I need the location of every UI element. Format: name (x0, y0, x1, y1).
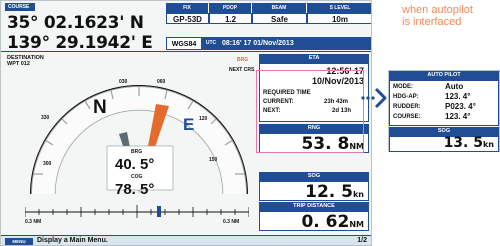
autopilot-note-text: when autopilot is interfaced (402, 4, 473, 28)
ap-course-label: COURSE: (393, 114, 421, 120)
east-marker: E (183, 115, 195, 134)
pdop-value: 1.2 (209, 13, 252, 24)
cog-value: 78. 5° (115, 181, 155, 198)
arrow-right-icon (361, 87, 387, 109)
menu-button[interactable]: MENU (5, 238, 33, 245)
utc-label: UTC (202, 37, 220, 50)
ap-mode-value: Auto (445, 82, 464, 91)
cog-title: COG (131, 174, 143, 180)
s-level-header: S LEVEL (307, 3, 371, 13)
highlight-frame (256, 70, 364, 153)
autopilot-panel: AUTO PILOT MODE: Auto HDG-AP: 123. 4° RU… (388, 70, 500, 152)
ap-hdg-label: HDG-AP: (393, 94, 419, 100)
pdop-header: PDOP (209, 3, 252, 13)
tick-300: 300 (43, 161, 52, 167)
brg-value: 40. 5° (115, 156, 155, 173)
trip-unit: NM (349, 220, 364, 229)
brg-title: BRG (131, 149, 143, 155)
xte-marker (157, 206, 161, 217)
divider (1, 51, 371, 52)
eta-header: ETA (259, 54, 369, 63)
beam-value: Safe (252, 13, 307, 24)
ap-rudder-label: RUDDER: (393, 104, 421, 110)
sog-value: 12. 5 (305, 182, 353, 202)
sog-unit: kn (352, 190, 364, 199)
status-bar: MENU Display a Main Menu. 1/2 (1, 235, 371, 245)
sog-box: 12. 5kn (259, 181, 369, 202)
status-message: Display a Main Menu. (37, 237, 108, 244)
ap-sog-value: 13. 5 (443, 135, 483, 151)
trip-header: TRIP DISTANCE (259, 202, 369, 211)
ap-course-value: 123. 4° (445, 112, 471, 121)
north-marker: N (93, 97, 107, 118)
scale-left-label: 0.3 NM (25, 219, 42, 225)
tick-060: 060 (157, 79, 166, 85)
sog-value-group: 12. 5kn (305, 182, 364, 202)
brg-legend: BRG (237, 57, 249, 63)
ap-hdg-value: 123. 4° (445, 92, 471, 101)
next-crs-legend: NEXT CRS (229, 67, 255, 73)
autopilot-note: when autopilot is interfaced (402, 4, 473, 28)
beam-header: BEAM (252, 3, 307, 13)
autopilot-header: AUTO PILOT (389, 71, 499, 80)
trip-box: 0. 62NM (259, 211, 369, 232)
course-tab[interactable]: COURSE (5, 3, 35, 11)
utc-time: 08:16' 17 01/Nov/2013 (220, 37, 371, 50)
latitude-readout: 35° 02.1623' N (7, 13, 144, 33)
tick-330: 330 (41, 115, 50, 121)
datum-label: WGS84 (166, 37, 202, 50)
ap-sog-value-group: 13. 5kn (444, 135, 494, 151)
ap-mode-label: MODE: (393, 84, 413, 90)
ap-sog-unit: kn (482, 140, 494, 149)
sog-header: SOG (259, 172, 369, 181)
longitude-readout: 139° 29.1942' E (7, 33, 153, 53)
s-level-value: 10m (307, 13, 371, 24)
tick-030: 030 (119, 79, 128, 85)
trip-value-group: 0. 62NM (301, 212, 364, 232)
tick-150: 150 (209, 157, 218, 163)
ap-sog-box: 13. 5kn (389, 135, 499, 152)
cross-track-scale (25, 205, 249, 218)
page-indicator: 1/2 (357, 237, 367, 244)
ap-rudder-value: P023. 4° (445, 102, 476, 111)
scale-right-label: 0.3 NM (223, 219, 240, 225)
tick-120: 120 (199, 116, 208, 122)
autopilot-box: MODE: Auto HDG-AP: 123. 4° RUDDER: P023.… (389, 80, 499, 126)
trip-value: 0. 62 (301, 212, 350, 232)
fix-header: FIX (166, 3, 209, 13)
fix-value: GP-53D (166, 13, 209, 24)
